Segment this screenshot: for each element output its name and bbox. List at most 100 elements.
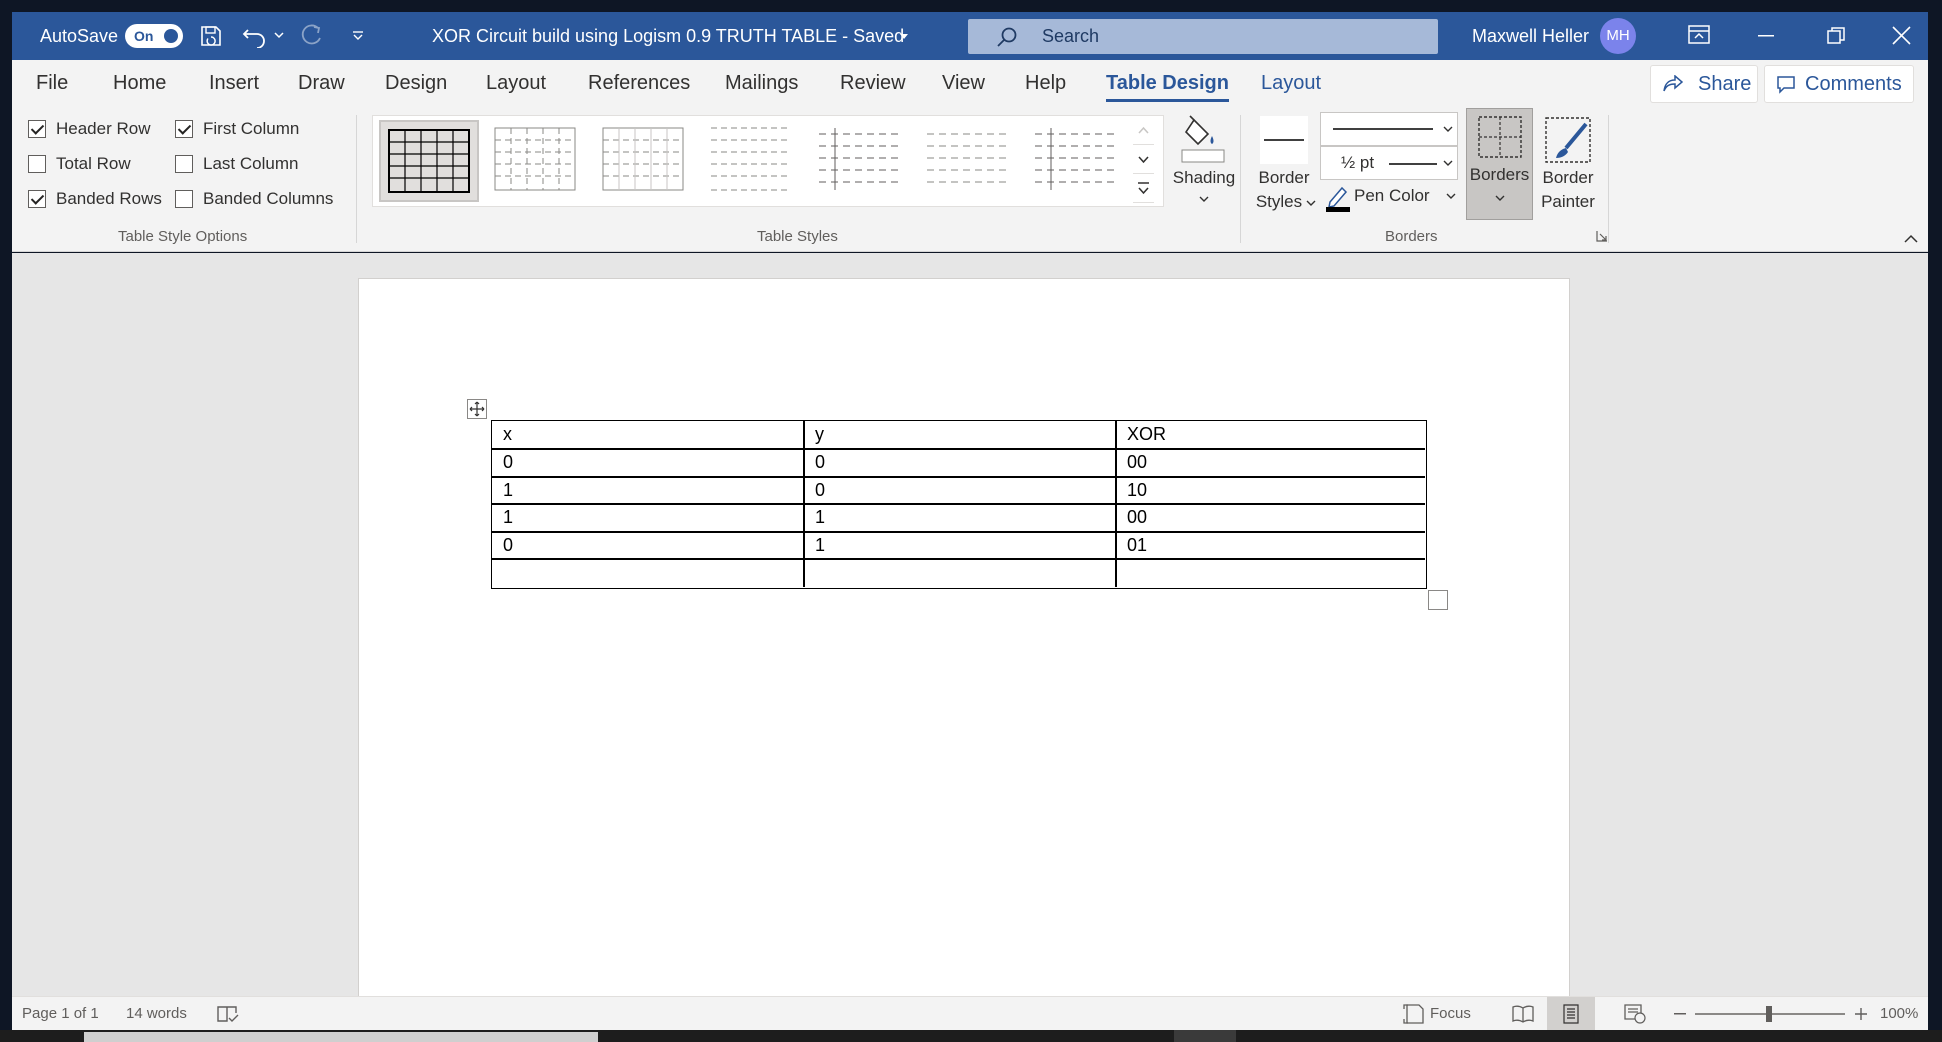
chevron-down-icon: [1443, 126, 1453, 133]
read-mode-icon[interactable]: [1512, 1005, 1534, 1023]
focus-label[interactable]: Focus: [1430, 997, 1471, 1031]
tab-review[interactable]: Review: [840, 72, 906, 95]
tab-draw[interactable]: Draw: [298, 72, 345, 95]
border-style-preview-icon: [1260, 116, 1308, 164]
user-name[interactable]: Maxwell Heller: [1472, 12, 1589, 60]
zoom-level[interactable]: 100%: [1880, 997, 1918, 1031]
line-weight-dropdown[interactable]: ½ pt: [1320, 146, 1458, 180]
word-count[interactable]: 14 words: [126, 997, 187, 1031]
document-title[interactable]: XOR Circuit build using Logism 0.9 TRUTH…: [432, 12, 904, 60]
last-column-label: Last Column: [203, 154, 299, 173]
group-divider: [356, 115, 357, 243]
gallery-scroll-down[interactable]: [1133, 145, 1154, 174]
menu-bar: File Home Insert Draw Design Layout Refe…: [12, 60, 1928, 110]
search-box[interactable]: Search: [968, 19, 1438, 54]
avatar[interactable]: MH: [1600, 18, 1636, 54]
borders-label: Borders: [1469, 165, 1530, 184]
header-cell-y[interactable]: y: [804, 421, 824, 448]
zoom-slider-thumb[interactable]: [1766, 1006, 1772, 1022]
close-icon[interactable]: [1892, 26, 1911, 45]
tab-view[interactable]: View: [942, 72, 985, 95]
border-painter-label-1: Border: [1542, 168, 1594, 187]
gallery-expand[interactable]: [1133, 174, 1154, 203]
table-resize-handle[interactable]: [1428, 590, 1448, 610]
print-layout-button[interactable]: [1547, 997, 1595, 1031]
table-move-handle-icon[interactable]: [467, 399, 487, 419]
header-cell-x[interactable]: x: [492, 421, 512, 448]
tab-help[interactable]: Help: [1025, 72, 1066, 95]
row-divider: [492, 531, 1425, 533]
focus-icon[interactable]: [1403, 1004, 1425, 1024]
first-column-label: First Column: [203, 119, 300, 138]
proofing-icon[interactable]: [217, 1005, 239, 1023]
truth-table[interactable]: x y XOR 0 0 00 1 0 10 1 1 00 0 1 01: [491, 420, 1427, 589]
borders-group-label: Borders: [1385, 228, 1438, 245]
pen-color-button[interactable]: Pen Color: [1324, 184, 1458, 212]
table-cell[interactable]: 0: [804, 449, 825, 476]
zoom-in-icon[interactable]: [1855, 1008, 1867, 1020]
table-cell[interactable]: 0: [492, 532, 513, 559]
banded-rows-label: Banded Rows: [56, 189, 162, 208]
table-cell[interactable]: 1: [804, 504, 825, 531]
tab-layout[interactable]: Layout: [486, 72, 546, 95]
border-painter-button[interactable]: Border Painter: [1536, 112, 1600, 222]
table-cell[interactable]: 00: [1116, 449, 1147, 476]
tab-table-layout[interactable]: Layout: [1261, 72, 1321, 95]
header-row-check: [28, 120, 46, 138]
tab-mailings[interactable]: Mailings: [725, 72, 798, 95]
table-cell[interactable]: 01: [1116, 532, 1147, 559]
table-style-plain-3[interactable]: [703, 120, 803, 202]
autosave-toggle[interactable]: On: [125, 24, 183, 48]
share-button[interactable]: Share: [1650, 65, 1758, 103]
table-cell[interactable]: 0: [804, 477, 825, 504]
borders-button[interactable]: Borders: [1466, 108, 1533, 220]
line-weight-value: ½ pt: [1341, 153, 1375, 172]
tab-references[interactable]: References: [588, 72, 690, 95]
title-chevron-down-icon[interactable]: [899, 33, 909, 41]
ribbon-display-icon[interactable]: [1688, 25, 1710, 45]
table-style-plain-6[interactable]: [1027, 120, 1127, 202]
line-style-dropdown[interactable]: [1320, 112, 1458, 146]
table-cell[interactable]: 00: [1116, 504, 1147, 531]
comments-button[interactable]: Comments: [1764, 65, 1914, 103]
toggle-knob: [164, 29, 178, 43]
table-style-grid[interactable]: [379, 120, 479, 202]
shading-chevron-icon: [1199, 196, 1209, 203]
zoom-out-icon[interactable]: [1674, 1013, 1686, 1015]
tab-insert[interactable]: Insert: [209, 72, 259, 95]
table-style-plain-2[interactable]: [595, 120, 695, 202]
borders-dialog-launcher-icon[interactable]: [1596, 230, 1608, 242]
restore-icon[interactable]: [1827, 27, 1845, 45]
tab-table-design[interactable]: Table Design: [1106, 72, 1229, 102]
table-cell[interactable]: 10: [1116, 477, 1147, 504]
taskbar-window-preview[interactable]: [84, 1032, 598, 1042]
minimize-icon[interactable]: [1758, 35, 1774, 37]
table-cell[interactable]: 0: [492, 449, 513, 476]
web-layout-icon[interactable]: [1624, 1004, 1646, 1024]
table-style-plain-4[interactable]: [811, 120, 911, 202]
taskbar-item[interactable]: [1174, 1030, 1236, 1042]
document-page[interactable]: x y XOR 0 0 00 1 0 10 1 1 00 0 1 01: [358, 278, 1570, 996]
redo-icon[interactable]: [298, 24, 324, 48]
border-styles-label-2: Styles: [1255, 192, 1303, 211]
tab-home[interactable]: Home: [113, 72, 166, 95]
collapse-ribbon-icon[interactable]: [1904, 234, 1918, 243]
tab-file[interactable]: File: [36, 72, 68, 95]
page-count[interactable]: Page 1 of 1: [22, 997, 99, 1031]
table-cell[interactable]: 1: [492, 477, 513, 504]
gallery-scroll-up[interactable]: [1133, 116, 1154, 145]
header-cell-xor[interactable]: XOR: [1116, 421, 1166, 448]
save-icon[interactable]: [199, 24, 223, 48]
shading-button[interactable]: Shading: [1158, 110, 1250, 222]
border-styles-button[interactable]: Border Styles: [1252, 112, 1316, 222]
table-cell[interactable]: 1: [492, 504, 513, 531]
table-cell[interactable]: 1: [804, 532, 825, 559]
tab-design[interactable]: Design: [385, 72, 447, 95]
table-style-plain-5[interactable]: [919, 120, 1019, 202]
customize-toolbar-icon[interactable]: [352, 30, 364, 42]
table-style-plain-1[interactable]: [487, 120, 587, 202]
chevron-down-icon[interactable]: [274, 31, 284, 39]
row-divider: [492, 558, 1425, 560]
undo-icon[interactable]: [242, 24, 268, 48]
autosave-state: On: [134, 28, 154, 44]
